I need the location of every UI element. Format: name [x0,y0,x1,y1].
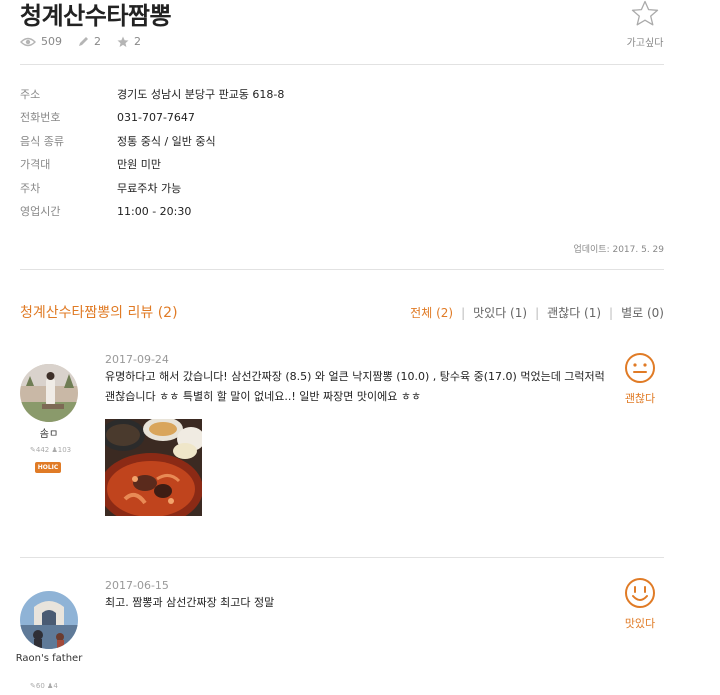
review-divider [20,557,664,558]
avatar[interactable] [20,591,78,649]
info-value-cuisine: 정통 중식 / 일반 중식 [117,134,216,148]
smile-face-icon [625,353,655,383]
filter-separator: | [535,305,540,320]
info-label: 주소 [20,87,41,101]
info-value-hours: 11:00 - 20:30 [117,204,192,218]
user-stats: ✎442 ♟103 [30,446,72,454]
info-label: 주차 [20,181,41,195]
avatar[interactable] [20,364,78,422]
big-smile-face-icon [625,578,655,608]
info-row-price: 가격대 만원 미만 [20,153,664,177]
restaurant-title: 청계산수타짬뽕 [20,2,172,30]
updated-date: 업데이트: 2017. 5. 29 [573,245,664,255]
user-stats: ✎60 ♟4 [30,682,58,690]
restaurant-stats: 509 2 2 [20,35,157,48]
holic-badge: HOLIC [35,462,61,473]
filter-delicious[interactable]: 맛있다 (1) [473,304,527,321]
views-count: 509 [41,35,62,48]
filter-bad[interactable]: 별로 (0) [621,304,664,321]
reviews-count: 2 [94,35,101,48]
avatar-photo [20,591,78,649]
wishes-count: 2 [134,35,141,48]
info-row-cuisine: 음식 종류 정통 중식 / 일반 중식 [20,129,664,153]
info-label: 음식 종류 [20,134,64,148]
wishes-stat: 2 [117,35,141,48]
food-photo [105,419,202,516]
filter-separator: | [609,305,614,320]
rating: 맛있다 [620,577,660,631]
info-label: 전화번호 [20,111,61,125]
user-review-count: 60 [35,682,45,690]
user-name[interactable]: 솜ㅁ [10,429,88,441]
star-icon [117,36,129,47]
rating: 괜찮다 [620,352,660,406]
user-follower-count: 103 [57,446,72,454]
restaurant-info: 주소 경기도 성남시 분당구 판교동 618-8 전화번호 031-707-76… [20,82,664,223]
info-row-phone: 전화번호 031-707-7647 [20,106,664,130]
info-row-address: 주소 경기도 성남시 분당구 판교동 618-8 [20,82,664,106]
info-value-price: 만원 미만 [117,158,161,172]
filter-all[interactable]: 전체 (2) [410,304,453,321]
user-review-count: 442 [35,446,50,454]
info-value-phone[interactable]: 031-707-7647 [117,111,195,124]
rating-label: 괜찮다 [624,392,656,405]
review-filters: 전체 (2) | 맛있다 (1) | 괜찮다 (1) | 별로 (0) [410,304,664,321]
wish-button[interactable]: 가고싶다 [622,0,668,49]
user-follower-count: 4 [53,682,58,690]
review-photo[interactable] [105,419,202,516]
reviews-title: 청계산수타짬뽕의 리뷰 (2) [20,305,178,321]
info-row-parking: 주차 무료주차 가능 [20,176,664,200]
info-label: 영업시간 [20,205,61,219]
eye-icon [20,37,36,46]
review-date: 2017-09-24 [105,353,169,366]
views-stat: 509 [20,35,62,48]
header-divider [20,64,664,65]
review-text: 유명하다고 해서 갔습니다! 삼선간짜장 (8.5) 와 얼큰 낙지짬뽕 (10… [105,370,605,403]
rating-label: 맛있다 [624,617,656,630]
avatar-photo [20,364,78,422]
review-date: 2017-06-15 [105,579,169,592]
info-label: 가격대 [20,158,51,172]
filter-separator: | [461,305,466,320]
info-value-parking: 무료주차 가능 [117,181,182,195]
filter-okay[interactable]: 괜찮다 (1) [547,304,601,321]
info-row-hours: 영업시간 11:00 - 20:30 [20,200,664,224]
review-text: 최고. 짬뽕과 삼선간짜장 최고다 정말 [105,596,275,609]
star-outline-icon [631,0,659,26]
wish-label: 가고싶다 [626,38,664,49]
user-name[interactable]: Raon's father [10,653,88,665]
pencil-icon [79,37,88,46]
info-value-address: 경기도 성남시 분당구 판교동 618-8 [117,87,285,101]
reviews-stat: 2 [78,35,101,48]
info-divider [20,269,664,270]
